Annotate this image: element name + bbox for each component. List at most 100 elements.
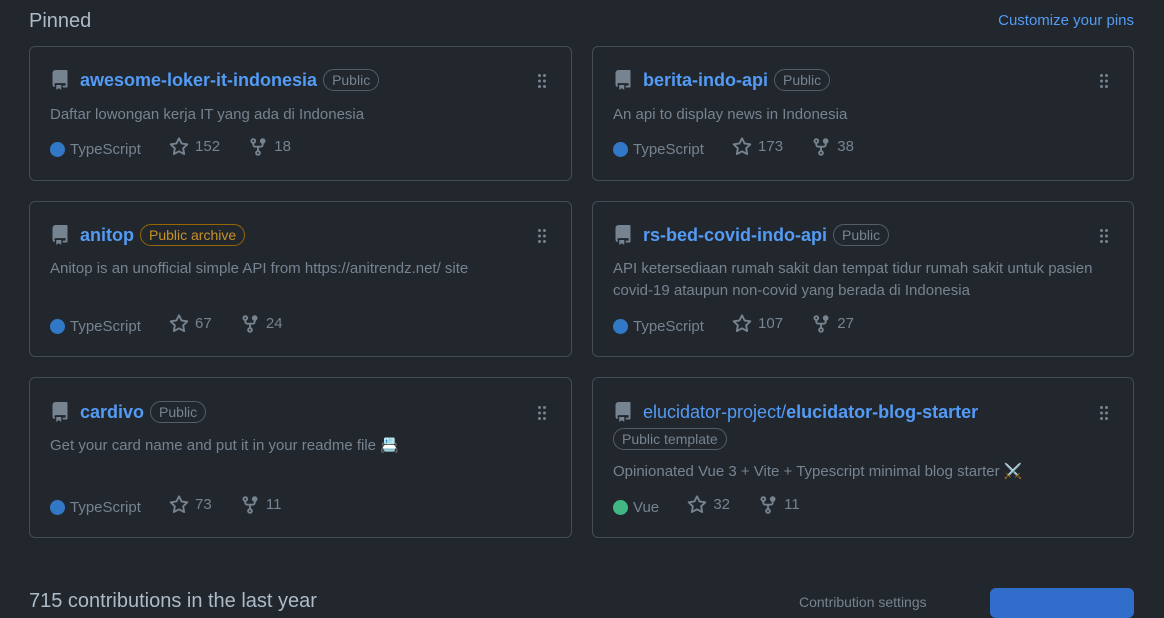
repo-meta: TypeScript 73 11	[50, 494, 305, 516]
drag-handle-icon[interactable]	[537, 228, 547, 244]
repo-title: berita-indo-api Public	[643, 68, 831, 92]
forks-count: 24	[265, 315, 283, 332]
star-icon	[687, 495, 713, 515]
star-icon	[732, 137, 758, 157]
forks-count: 18	[274, 138, 291, 155]
pinned-repo-card[interactable]: cardivo Public Get your card name and put…	[29, 377, 572, 538]
stars-count: 67	[195, 315, 212, 332]
stars-link[interactable]: 152	[169, 136, 220, 158]
repo-title: anitop Public archive	[80, 223, 246, 247]
language-color-dot	[50, 319, 65, 334]
contribution-settings-link[interactable]: Contribution settings	[799, 594, 927, 610]
language-color-dot	[613, 142, 628, 157]
year-button[interactable]	[990, 588, 1134, 618]
repo-meta: TypeScript 67 24	[50, 313, 307, 335]
visibility-badge: Public	[323, 69, 380, 91]
stars-link[interactable]: 73	[169, 494, 212, 516]
customize-pins-link[interactable]: Customize your pins	[998, 11, 1134, 31]
repo-description: Anitop is an unofficial simple API from …	[50, 260, 469, 277]
repo-description: An api to display news in Indonesia	[613, 106, 848, 123]
repo-name-link[interactable]: anitop	[80, 225, 134, 245]
forks-count: 27	[837, 315, 854, 332]
stars-count: 173	[758, 138, 784, 155]
repo-description: Daftar lowongan kerja IT yang ada di Ind…	[50, 106, 365, 123]
fork-icon	[240, 495, 266, 515]
fork-icon	[248, 137, 274, 157]
repo-name-link[interactable]: awesome-loker-it-indonesia	[80, 70, 317, 90]
pinned-title: Pinned	[29, 10, 92, 32]
repo-title: cardivo Public	[80, 400, 207, 424]
repo-icon	[613, 225, 633, 245]
language-label: TypeScript	[633, 317, 704, 335]
repo-description: Get your card name and put it in your re…	[50, 437, 399, 454]
pinned-header: Pinned Customize your pins	[29, 9, 1134, 33]
language-label: TypeScript	[70, 498, 141, 516]
repo-language: Vue	[613, 497, 659, 519]
repo-description: API ketersediaan rumah sakit dan tempat …	[613, 260, 1093, 299]
stars-link[interactable]: 107	[732, 313, 783, 335]
repo-language: TypeScript	[50, 497, 141, 519]
stars-link[interactable]: 67	[169, 313, 212, 335]
stars-link[interactable]: 32	[687, 494, 730, 516]
repo-icon	[613, 402, 633, 422]
visibility-badge: Public archive	[140, 224, 246, 246]
star-icon	[169, 137, 195, 157]
repo-title: rs-bed-covid-indo-api Public	[643, 223, 890, 247]
repo-language: TypeScript	[50, 316, 141, 338]
language-color-dot	[50, 142, 65, 157]
visibility-badge: Public	[774, 69, 831, 91]
forks-link[interactable]: 27	[811, 313, 854, 335]
star-icon	[732, 314, 758, 334]
drag-handle-icon[interactable]	[1099, 405, 1109, 421]
repo-owner-link[interactable]: elucidator-project/	[643, 402, 786, 422]
forks-link[interactable]: 18	[248, 136, 291, 158]
language-label: TypeScript	[633, 140, 704, 158]
stars-link[interactable]: 173	[732, 136, 783, 158]
language-label: TypeScript	[70, 317, 141, 335]
forks-count: 38	[837, 138, 854, 155]
language-color-dot	[613, 319, 628, 334]
repo-name-link[interactable]: berita-indo-api	[643, 70, 768, 90]
repo-name-link[interactable]: elucidator-blog-starter	[786, 402, 978, 422]
forks-link[interactable]: 11	[758, 494, 800, 516]
pinned-repo-card[interactable]: awesome-loker-it-indonesia Public Daftar …	[29, 46, 572, 181]
drag-handle-icon[interactable]	[1099, 228, 1109, 244]
repo-description: Opinionated Vue 3 + Vite + Typescript mi…	[613, 463, 1023, 480]
stars-count: 32	[713, 496, 730, 513]
repo-meta: Vue 32 11	[613, 494, 824, 516]
fork-icon	[811, 314, 837, 334]
fork-icon	[240, 314, 266, 334]
repo-title: elucidator-project/elucidator-blog-start…	[643, 400, 978, 424]
repo-name-link[interactable]: cardivo	[80, 402, 144, 422]
forks-link[interactable]: 24	[240, 313, 283, 335]
drag-handle-icon[interactable]	[537, 73, 547, 89]
pinned-repo-card[interactable]: rs-bed-covid-indo-api Public API ketersed…	[592, 201, 1134, 357]
fork-icon	[811, 137, 837, 157]
stars-count: 73	[195, 496, 212, 513]
visibility-badge: Public	[833, 224, 890, 246]
pinned-repo-card[interactable]: elucidator-project/elucidator-blog-start…	[592, 377, 1134, 538]
pinned-repo-card[interactable]: anitop Public archive Anitop is an unoffi…	[29, 201, 572, 357]
repo-name-link[interactable]: rs-bed-covid-indo-api	[643, 225, 827, 245]
repo-meta: TypeScript 107 27	[613, 313, 878, 335]
repo-icon	[50, 225, 70, 245]
fork-icon	[758, 495, 784, 515]
drag-handle-icon[interactable]	[537, 405, 547, 421]
forks-count: 11	[784, 496, 800, 513]
drag-handle-icon[interactable]	[1099, 73, 1109, 89]
repo-meta: TypeScript 152 18	[50, 136, 315, 158]
forks-link[interactable]: 38	[811, 136, 854, 158]
repo-icon	[613, 70, 633, 90]
forks-link[interactable]: 11	[240, 494, 281, 516]
visibility-badge: Public template	[613, 428, 727, 450]
visibility-badge: Public	[150, 401, 207, 423]
star-icon	[169, 314, 195, 334]
repo-language: TypeScript	[613, 139, 704, 161]
pinned-repo-card[interactable]: berita-indo-api Public An api to display …	[592, 46, 1134, 181]
language-color-dot	[613, 500, 628, 515]
repo-meta: TypeScript 173 38	[613, 136, 878, 158]
star-icon	[169, 495, 195, 515]
stars-count: 107	[758, 315, 784, 332]
repo-icon	[50, 402, 70, 422]
language-color-dot	[50, 500, 65, 515]
